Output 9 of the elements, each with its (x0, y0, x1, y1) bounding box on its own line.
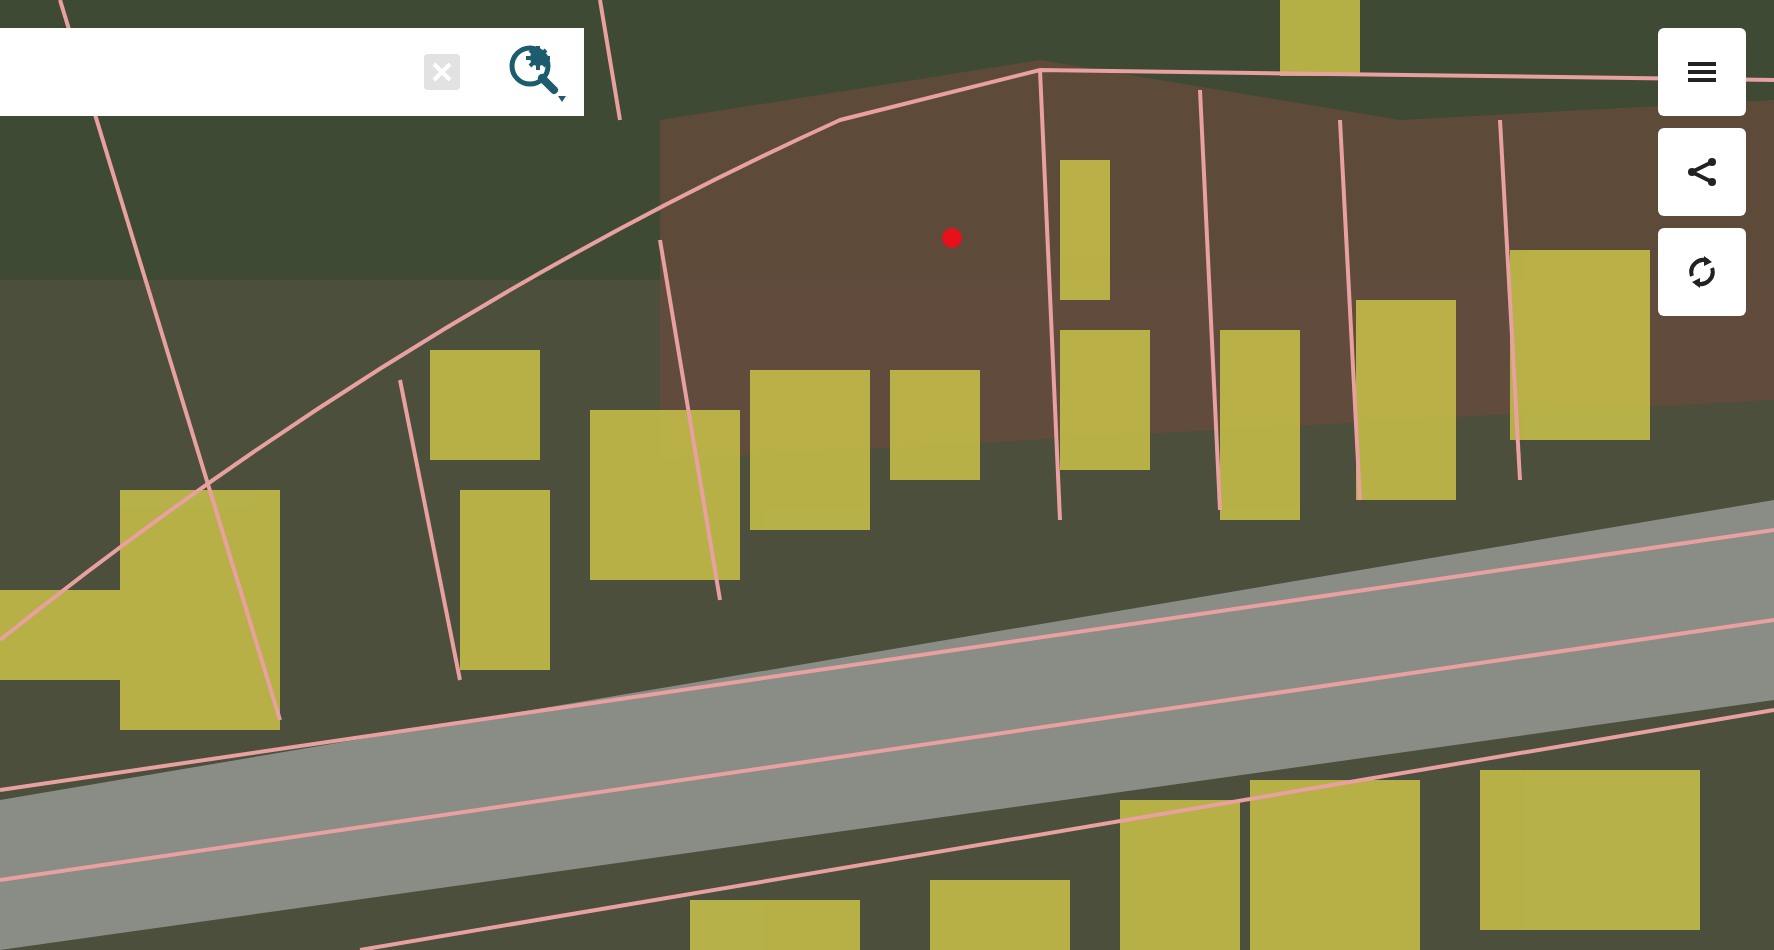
close-icon (432, 62, 452, 82)
share-button[interactable] (1658, 128, 1746, 216)
share-icon (1688, 158, 1716, 186)
search-settings-icon[interactable] (504, 40, 568, 104)
rotate-icon (1686, 256, 1718, 288)
menu-icon (1688, 60, 1716, 84)
rotate-button[interactable] (1658, 228, 1746, 316)
search-field[interactable] (0, 28, 584, 116)
menu-button[interactable] (1658, 28, 1746, 116)
